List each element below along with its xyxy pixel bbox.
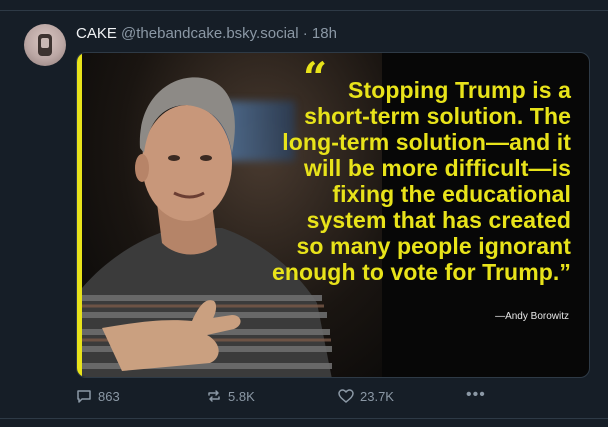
more-options-button[interactable]: ••• — [466, 386, 486, 404]
repost-button[interactable]: 5.8K — [206, 388, 255, 404]
quote-attribution: —Andy Borowitz — [495, 311, 569, 322]
quote-line: system that has created — [306, 207, 571, 233]
reply-button[interactable]: 863 — [76, 388, 120, 404]
post-image[interactable]: “ Stopping Trump is a short-term solutio… — [76, 52, 590, 378]
display-name[interactable]: CAKE — [76, 25, 117, 42]
quote-text: Stopping Trump is a short-term solution.… — [211, 77, 571, 285]
reply-count: 863 — [98, 388, 120, 404]
separator: · — [302, 25, 308, 42]
avatar[interactable] — [24, 24, 66, 66]
post-header: CAKE @thebandcake.bsky.social · 18h — [76, 25, 337, 42]
quote-line: long-term solution—and it — [282, 129, 571, 155]
speech-bubble-icon — [77, 390, 91, 403]
ellipsis-icon: ••• — [466, 386, 486, 403]
quote-line: short-term solution. The — [304, 103, 571, 129]
quote-line: enough to vote for Trump.” — [271, 259, 571, 285]
quote-line: will be more difficult—is — [303, 155, 571, 181]
post-actions: 863 5.8K 23.7K ••• — [76, 386, 496, 410]
handle[interactable]: @thebandcake.bsky.social — [121, 25, 299, 42]
like-count: 23.7K — [360, 388, 394, 404]
divider-bottom — [0, 418, 608, 419]
heart-icon — [338, 389, 354, 403]
like-button[interactable]: 23.7K — [338, 388, 394, 404]
divider-top — [0, 10, 608, 11]
quote-line: so many people ignorant — [296, 233, 571, 259]
repost-arrows-icon — [208, 390, 220, 402]
repost-count: 5.8K — [228, 388, 255, 404]
quote-line: Stopping Trump is a — [348, 77, 571, 103]
timestamp[interactable]: 18h — [312, 25, 337, 42]
quote-line: fixing the educational — [332, 181, 571, 207]
avatar-figure-detail — [41, 38, 49, 48]
